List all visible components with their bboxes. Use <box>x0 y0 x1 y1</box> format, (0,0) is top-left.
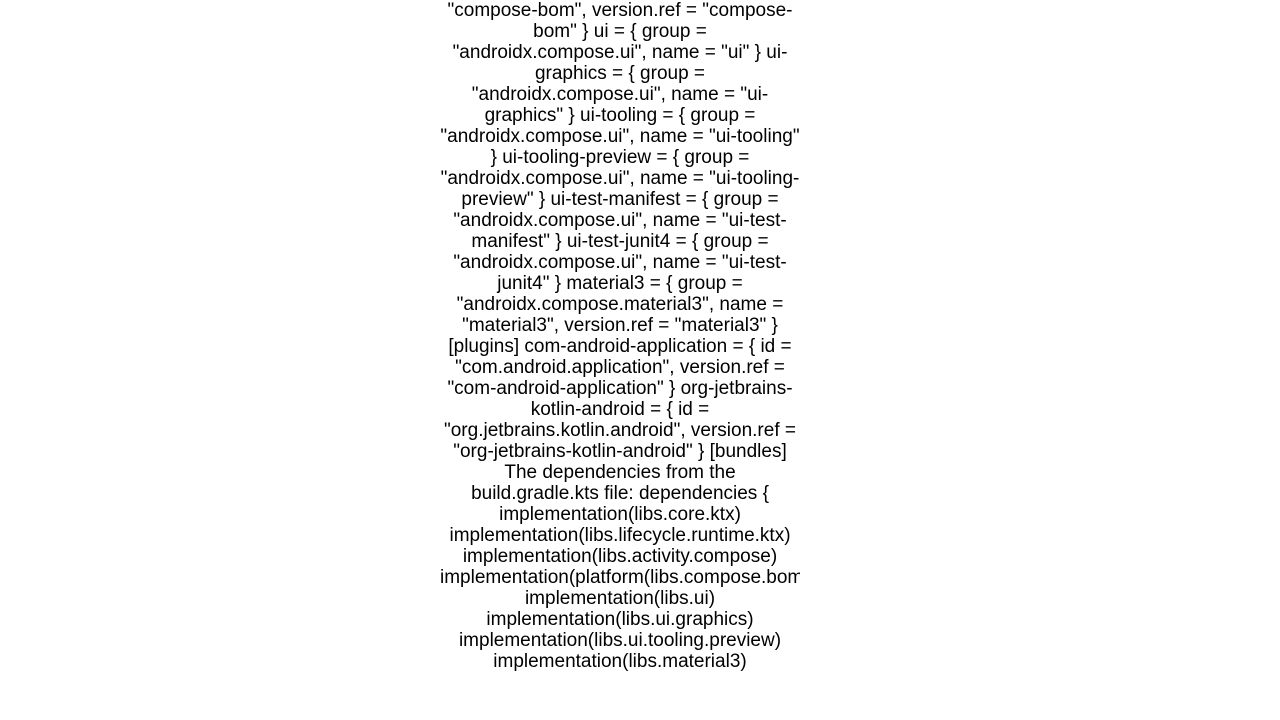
document-body: "compose-bom", version.ref = "compose-bo… <box>440 0 800 720</box>
config-text-block: "compose-bom", version.ref = "compose-bo… <box>440 0 800 672</box>
